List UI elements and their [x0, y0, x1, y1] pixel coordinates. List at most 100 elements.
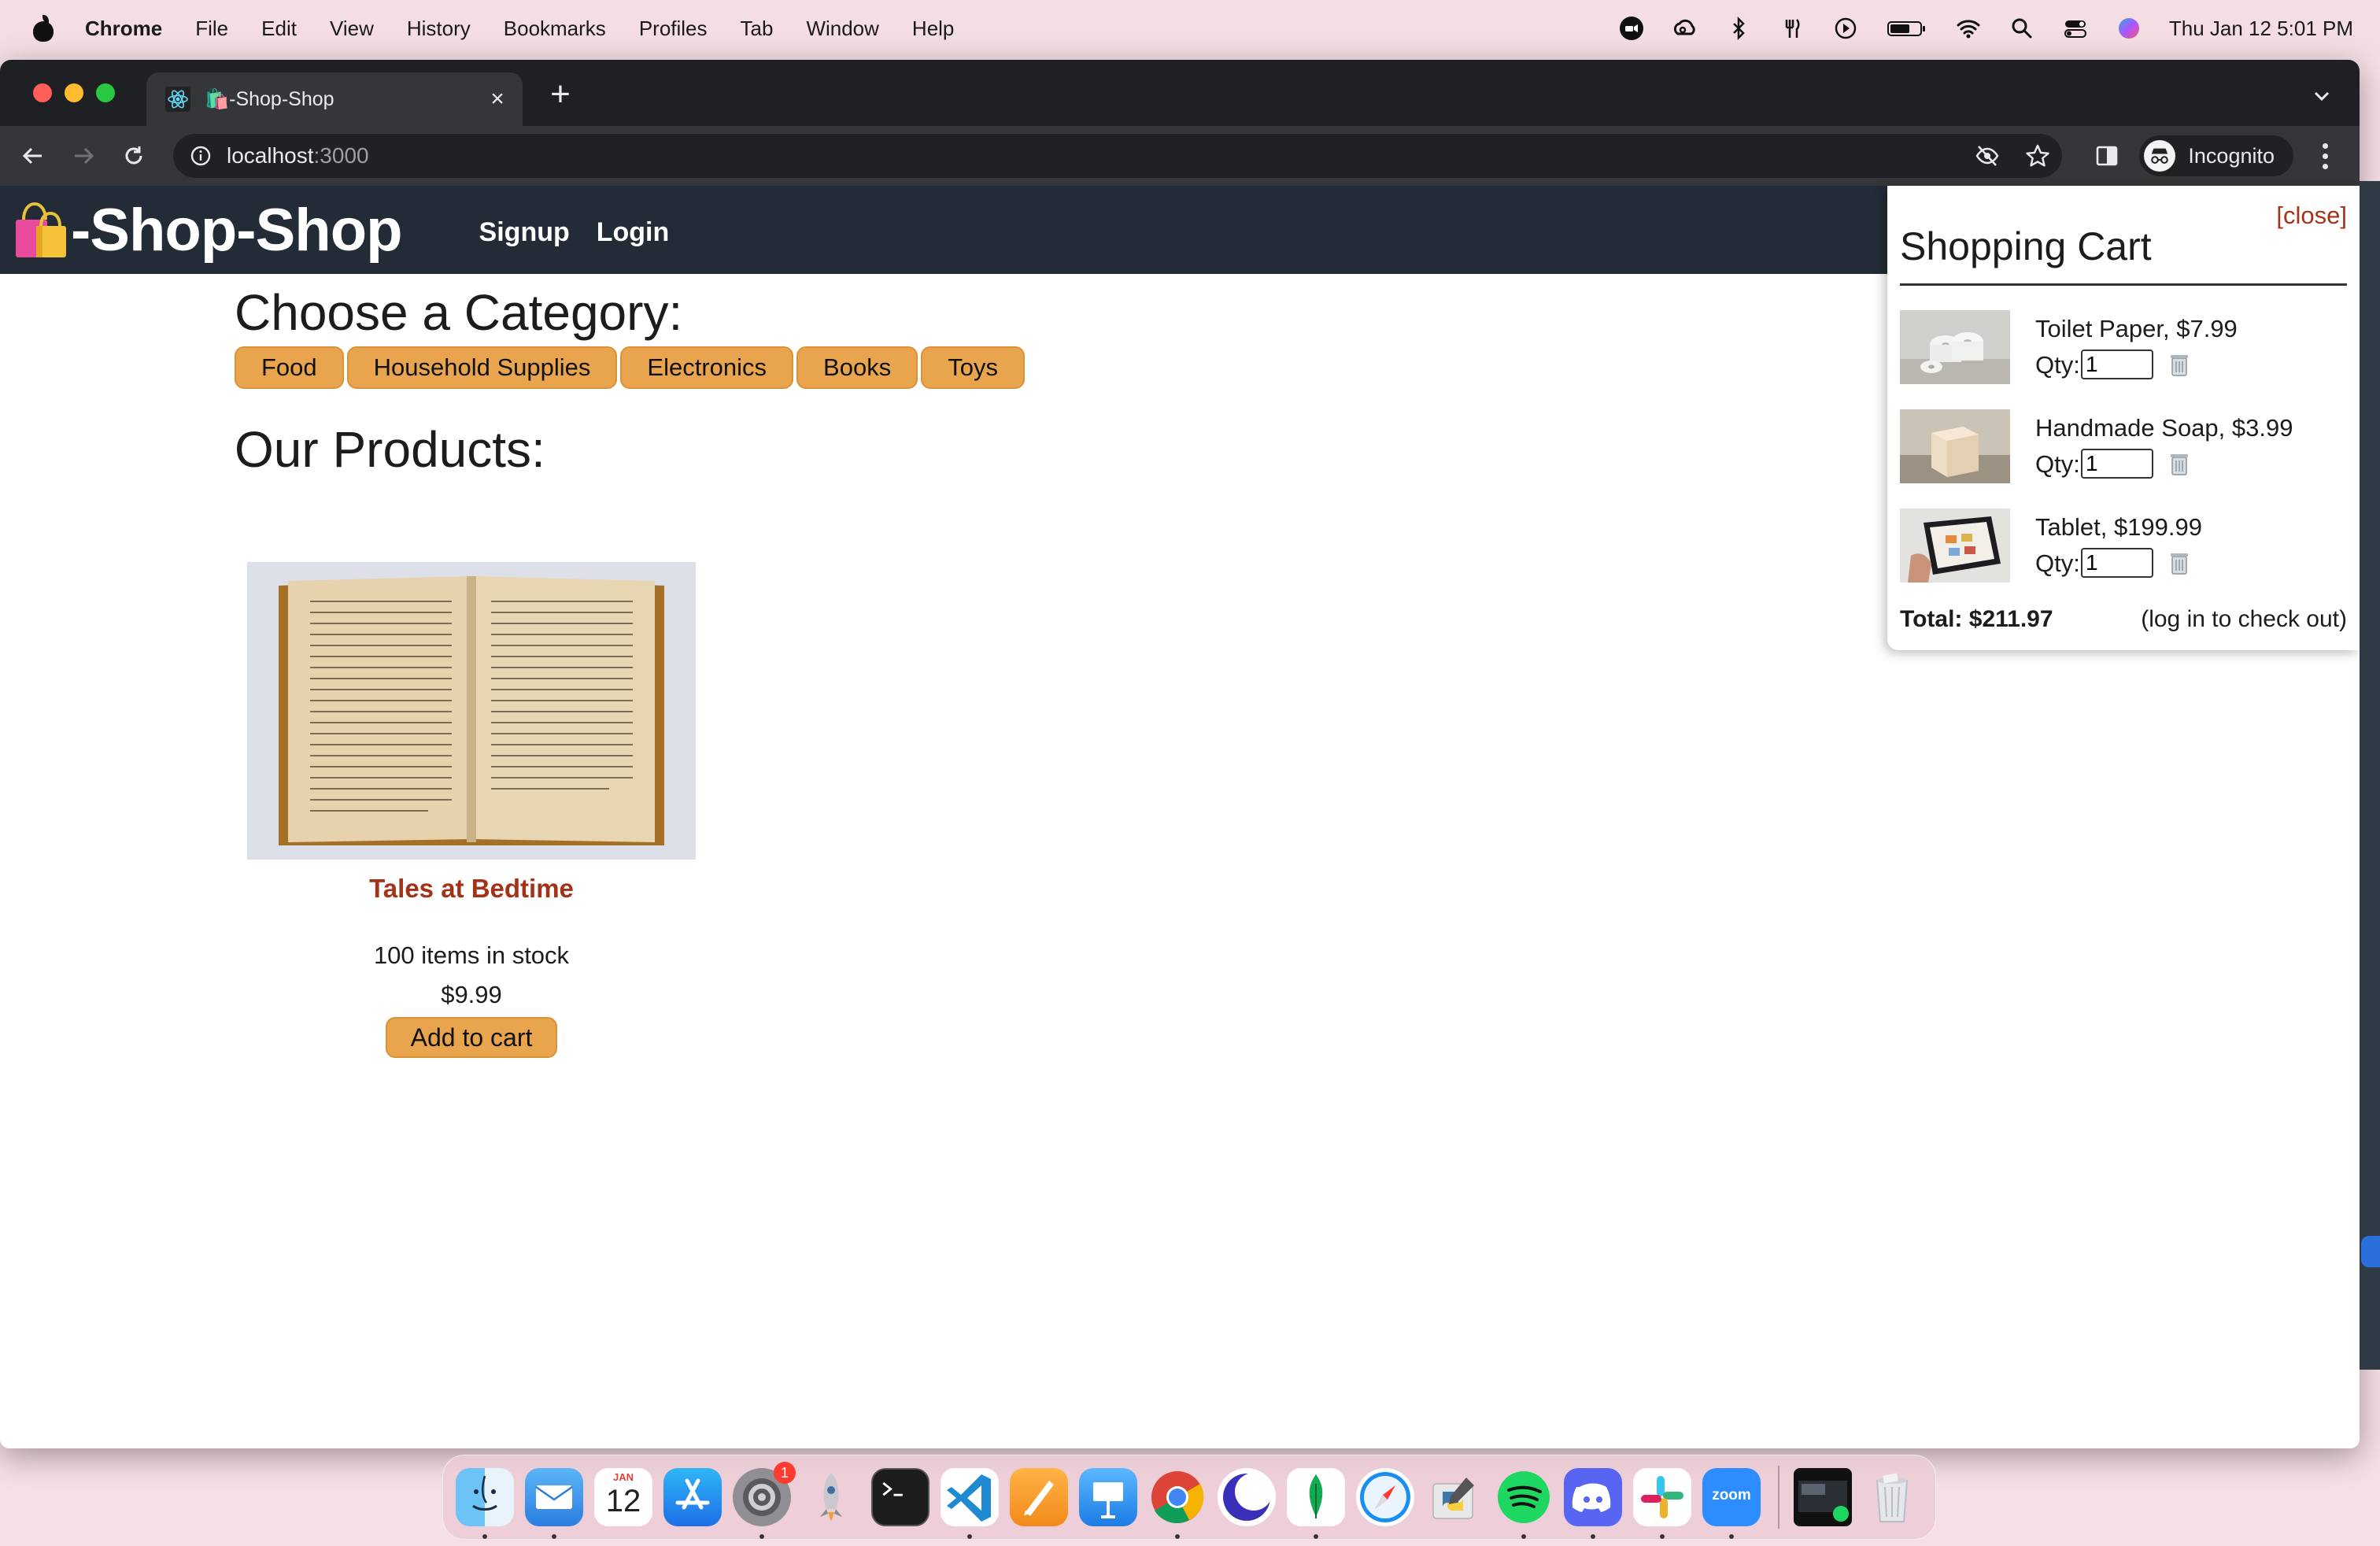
cart-item: Handmade Soap, $3.99 Qty:	[1900, 409, 2347, 485]
dock-separator	[1778, 1466, 1779, 1529]
menu-tab[interactable]: Tab	[741, 17, 774, 41]
web-page: -Shop-Shop Signup Login Choose a Categor…	[0, 186, 2360, 1448]
slack-icon[interactable]	[1633, 1468, 1691, 1539]
window-minimize-button[interactable]	[65, 83, 83, 102]
siri-icon[interactable]	[2116, 15, 2142, 42]
fork-knife-icon[interactable]	[1779, 15, 1805, 42]
url-text: localhost:3000	[227, 143, 369, 168]
cart-item-title: Tablet, $199.99	[2035, 513, 2203, 541]
bluetooth-icon[interactable]	[1725, 15, 1752, 42]
recent-window-thumbnail[interactable]	[1794, 1468, 1852, 1526]
category-toys-button[interactable]: Toys	[921, 346, 1025, 389]
pages-icon[interactable]	[1010, 1468, 1068, 1526]
logo-text: -Shop-Shop	[71, 196, 403, 264]
trash-bin-icon[interactable]	[1863, 1468, 1921, 1526]
tab-close-icon[interactable]: ×	[482, 83, 513, 115]
menu-file[interactable]: File	[195, 17, 228, 41]
cart-checkout-note: (log in to check out)	[2141, 606, 2347, 632]
category-heading: Choose a Category:	[235, 284, 683, 341]
python-launcher-icon[interactable]	[1425, 1468, 1484, 1526]
address-bar[interactable]: localhost:3000	[173, 134, 2062, 178]
site-info-icon[interactable]	[189, 144, 213, 168]
menu-clock[interactable]: Thu Jan 12 5:01 PM	[2169, 17, 2353, 41]
zoom-app-icon[interactable]: zoom	[1702, 1468, 1761, 1539]
calendar-icon[interactable]: JAN 12	[594, 1468, 652, 1526]
terminal-icon[interactable]	[871, 1468, 929, 1526]
product-name-link[interactable]: Tales at Bedtime	[247, 874, 696, 904]
back-arrow-icon[interactable]	[16, 139, 50, 173]
window-close-button[interactable]	[33, 83, 52, 102]
url-port: :3000	[313, 143, 369, 168]
trash-icon[interactable]	[2168, 549, 2191, 576]
products-heading: Our Products:	[235, 421, 545, 478]
calendar-month: JAN	[612, 1471, 634, 1483]
forward-arrow-icon[interactable]	[66, 139, 101, 173]
menu-history[interactable]: History	[407, 17, 471, 41]
safari-icon[interactable]	[1356, 1468, 1414, 1526]
app-store-icon[interactable]	[663, 1468, 722, 1526]
eye-slash-icon[interactable]	[1974, 142, 2001, 169]
system-settings-icon[interactable]: 1	[733, 1462, 796, 1539]
category-household-supplies-button[interactable]: Household Supplies	[346, 346, 618, 389]
category-books-button[interactable]: Books	[796, 346, 918, 389]
finder-icon[interactable]	[456, 1468, 514, 1539]
menu-edit[interactable]: Edit	[261, 17, 297, 41]
chrome-icon[interactable]	[1148, 1468, 1207, 1539]
shopping-cart-panel: [close] Shopping Cart Toilet Paper, $7.9…	[1887, 186, 2360, 650]
spotify-icon[interactable]	[1495, 1468, 1553, 1539]
tab-shop-shop[interactable]: 🛍️-Shop-Shop ×	[146, 72, 523, 126]
browser-menu-icon[interactable]	[2311, 139, 2339, 173]
tab-search-chevron-icon[interactable]	[2308, 82, 2336, 110]
play-icon[interactable]	[1832, 15, 1859, 42]
spotlight-search-icon[interactable]	[2009, 15, 2035, 42]
keynote-icon[interactable]	[1079, 1468, 1137, 1526]
browser-toolbar: localhost:3000 Incognito	[0, 126, 2360, 186]
zoom-status-icon[interactable]	[1618, 15, 1645, 42]
reload-icon[interactable]	[116, 139, 151, 173]
react-favicon-icon	[165, 87, 190, 112]
incognito-profile-button[interactable]: Incognito	[2139, 135, 2293, 176]
menu-help[interactable]: Help	[912, 17, 954, 41]
login-link[interactable]: Login	[597, 217, 670, 248]
background-window-accent	[2361, 1236, 2380, 1267]
site-logo[interactable]: -Shop-Shop	[13, 196, 403, 264]
rocket-launchpad-icon[interactable]	[802, 1468, 860, 1526]
menu-view[interactable]: View	[330, 17, 374, 41]
bookmark-star-icon[interactable]	[2024, 142, 2051, 169]
zoom-app-label: zoom	[1712, 1487, 1751, 1503]
cart-qty-input[interactable]	[2081, 548, 2153, 578]
cart-close-link[interactable]: [close]	[2276, 202, 2347, 230]
new-tab-plus-icon[interactable]: +	[543, 77, 578, 113]
cart-divider	[1900, 283, 2347, 286]
night-browser-icon[interactable]	[1218, 1468, 1276, 1526]
cart-qty-input[interactable]	[2081, 350, 2153, 379]
trash-icon[interactable]	[2168, 351, 2191, 378]
mongodb-compass-icon[interactable]	[1287, 1468, 1345, 1539]
incognito-label: Incognito	[2188, 143, 2275, 168]
apple-icon[interactable]	[31, 15, 55, 42]
incognito-icon	[2144, 140, 2176, 172]
menu-app-chrome[interactable]: Chrome	[85, 17, 162, 41]
trash-icon[interactable]	[2168, 450, 2191, 477]
wifi-icon[interactable]	[1955, 15, 1982, 42]
cart-title: Shopping Cart	[1900, 224, 2152, 268]
window-zoom-button[interactable]	[96, 83, 115, 102]
battery-icon[interactable]	[1886, 15, 1928, 42]
vscode-icon[interactable]	[941, 1468, 999, 1539]
creative-cloud-icon[interactable]	[1672, 15, 1698, 42]
cart-qty-input[interactable]	[2081, 449, 2153, 479]
discord-icon[interactable]	[1564, 1468, 1622, 1539]
control-center-icon[interactable]	[2062, 15, 2089, 42]
category-electronics-button[interactable]: Electronics	[620, 346, 794, 389]
category-food-button[interactable]: Food	[235, 346, 344, 389]
mail-icon[interactable]	[525, 1468, 583, 1539]
menu-window[interactable]: Window	[806, 17, 878, 41]
menu-profiles[interactable]: Profiles	[639, 17, 708, 41]
settings-badge: 1	[774, 1462, 796, 1484]
browser-window: 🛍️-Shop-Shop × + localhost:3000 Incognit…	[0, 60, 2360, 1448]
signup-link[interactable]: Signup	[479, 217, 570, 248]
product-image-open-book[interactable]	[247, 562, 696, 860]
side-panel-icon[interactable]	[2094, 142, 2120, 169]
menu-bookmarks[interactable]: Bookmarks	[504, 17, 606, 41]
add-to-cart-button[interactable]: Add to cart	[385, 1017, 558, 1058]
